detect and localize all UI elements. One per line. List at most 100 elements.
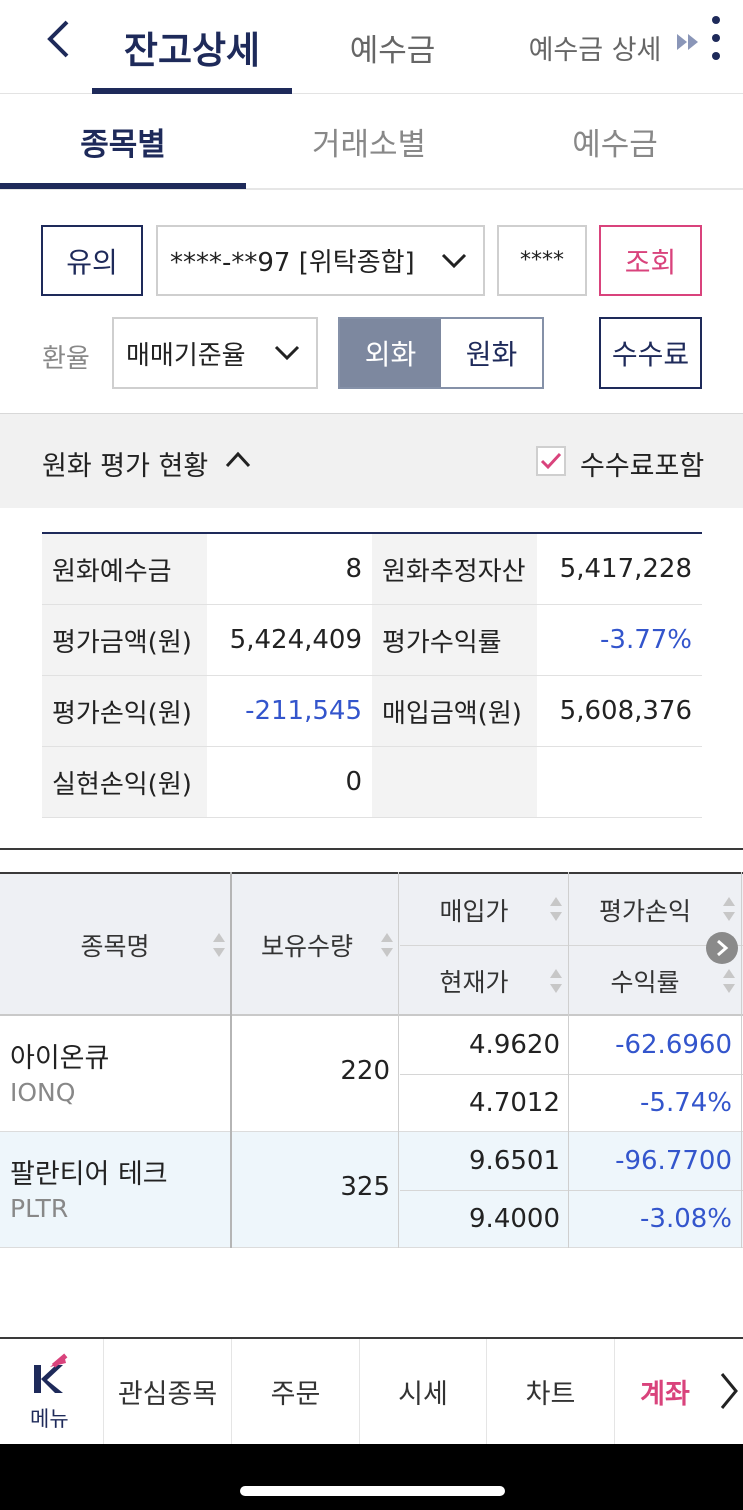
subtab-by-exchange[interactable]: 거래소별 — [246, 95, 492, 188]
rate-select[interactable]: 매매기준율 — [112, 317, 318, 389]
header-label: 현재가 — [439, 968, 509, 997]
tab-deposit-detail[interactable]: 예수금 상세 — [520, 0, 670, 94]
table-row[interactable]: 아이온큐 IONQ 220 4.9620 -62.6960 4.7012 -5.… — [0, 1016, 743, 1132]
table-row[interactable]: 팔란티어 테크 PLTR 325 9.6501 -96.7700 9.4000 … — [0, 1132, 743, 1248]
nav-order[interactable]: 주문 — [232, 1339, 360, 1444]
row-divider — [400, 1074, 743, 1075]
notice-button[interactable]: 유의 — [41, 225, 143, 296]
chevron-down-icon — [274, 345, 300, 361]
summary-value: 0 — [345, 767, 362, 797]
currency-toggle: 외화 원화 — [338, 317, 544, 389]
menu-button[interactable]: 메뉴 — [0, 1339, 104, 1444]
summary-label: 매입금액(원) — [372, 676, 537, 746]
return-rate: -5.74% — [640, 1088, 732, 1118]
header-label: 매입가 — [439, 896, 509, 926]
nav-quote[interactable]: 시세 — [360, 1339, 487, 1444]
password-field[interactable]: **** — [497, 225, 587, 296]
summary-table: 원화예수금 8 원화추정자산 5,417,228 평가금액(원) 5,424,4… — [42, 532, 702, 818]
sort-icon[interactable] — [549, 968, 563, 994]
buy-price: 9.6501 — [469, 1146, 560, 1176]
summary-value — [537, 747, 702, 817]
chevron-up-icon[interactable] — [224, 450, 252, 468]
chevron-right-icon — [717, 939, 729, 957]
check-icon — [540, 452, 562, 470]
more-menu-icon[interactable] — [706, 14, 726, 62]
sub-tabs: 종목별 거래소별 예수금 — [0, 95, 743, 190]
col-buy-price-header[interactable]: 매입가 — [400, 874, 548, 945]
return-rate: -3.08% — [640, 1204, 732, 1234]
current-price: 9.4000 — [469, 1204, 560, 1234]
col-name-header[interactable]: 종목명 — [0, 874, 230, 1016]
fee-button[interactable]: 수수료 — [599, 317, 702, 389]
stock-qty: 220 — [340, 1056, 390, 1086]
tab-deposit[interactable]: 예수금 — [300, 0, 485, 94]
summary-row: 실현손익(원) 0 — [42, 747, 702, 818]
col-cur-price-header[interactable]: 현재가 — [400, 946, 548, 1016]
nav-watchlist[interactable]: 관심종목 — [104, 1339, 232, 1444]
chevron-down-icon — [441, 253, 467, 268]
column-divider — [230, 872, 232, 1248]
tab-balance-detail[interactable]: 잔고상세 — [92, 0, 292, 94]
summary-value: -3.77% — [600, 625, 692, 655]
currency-krw-option[interactable]: 원화 — [441, 319, 542, 387]
fee-include-label: 수수료포함 — [580, 451, 705, 482]
header-label: 종목명 — [80, 932, 150, 961]
scroll-right-button[interactable] — [706, 932, 738, 964]
eval-pl: -96.7700 — [615, 1146, 732, 1176]
home-indicator[interactable] — [240, 1486, 505, 1496]
active-tab-indicator — [92, 88, 292, 94]
stock-ticker: PLTR — [10, 1194, 69, 1223]
section-title: 원화 평가 현황 — [42, 451, 209, 482]
row-divider — [400, 1190, 743, 1191]
summary-value: -211,545 — [245, 696, 362, 726]
sort-icon[interactable] — [722, 968, 736, 994]
summary-label: 평가금액(원) — [42, 605, 207, 675]
account-select[interactable]: ****-**97 [위탁종합] — [156, 225, 485, 296]
column-divider — [398, 872, 399, 1248]
top-header: 잔고상세 예수금 예수금 상세 — [0, 0, 743, 94]
chevron-right-icon[interactable] — [718, 1371, 740, 1411]
chevron-left-icon — [47, 20, 69, 58]
col-return-header[interactable]: 수익률 — [570, 946, 720, 1016]
nav-account[interactable]: 계좌 — [615, 1339, 715, 1444]
k-logo-icon — [34, 1353, 68, 1393]
current-price: 4.7012 — [469, 1088, 560, 1118]
summary-label: 실현손익(원) — [42, 747, 207, 817]
summary-label: 원화추정자산 — [372, 534, 537, 604]
double-arrow-right-icon[interactable] — [675, 30, 701, 54]
header-divider — [400, 945, 743, 946]
summary-label — [372, 747, 537, 817]
nav-chart[interactable]: 차트 — [487, 1339, 615, 1444]
col-eval-pl-header[interactable]: 평가손익 — [570, 874, 720, 945]
krw-valuation-header[interactable]: 원화 평가 현황 수수료포함 — [0, 413, 743, 508]
account-select-value: ****-**97 [위탁종합] — [170, 248, 415, 278]
stock-ticker: IONQ — [10, 1078, 76, 1107]
eval-pl: -62.6960 — [615, 1030, 732, 1060]
section-divider — [0, 848, 743, 850]
column-divider — [741, 872, 742, 1248]
sort-icon[interactable] — [549, 896, 563, 922]
back-button[interactable] — [38, 14, 78, 64]
system-home-area — [0, 1444, 743, 1510]
sort-icon[interactable] — [722, 896, 736, 922]
summary-value: 5,424,409 — [229, 625, 362, 655]
fee-include-checkbox[interactable] — [536, 446, 566, 476]
header-label: 보유수량 — [260, 932, 353, 961]
active-subtab-indicator — [0, 183, 246, 189]
subtab-by-stock[interactable]: 종목별 — [0, 95, 246, 188]
summary-row: 평가금액(원) 5,424,409 평가수익률 -3.77% — [42, 605, 702, 676]
subtab-deposit[interactable]: 예수금 — [492, 95, 738, 188]
header-label: 수익률 — [610, 968, 680, 997]
query-button[interactable]: 조회 — [599, 225, 702, 296]
stock-name: 아이온큐 — [10, 1043, 110, 1074]
rate-label: 환율 — [42, 344, 90, 374]
summary-value: 5,608,376 — [559, 696, 692, 726]
stock-name: 팔란티어 테크 — [10, 1159, 168, 1190]
sort-icon[interactable] — [380, 932, 394, 958]
currency-foreign-option[interactable]: 외화 — [340, 319, 441, 387]
summary-value: 5,417,228 — [559, 554, 692, 584]
sort-icon[interactable] — [212, 932, 226, 958]
stock-qty: 325 — [340, 1172, 390, 1202]
rate-select-value: 매매기준율 — [126, 340, 246, 371]
col-qty-header[interactable]: 보유수량 — [232, 874, 382, 1016]
